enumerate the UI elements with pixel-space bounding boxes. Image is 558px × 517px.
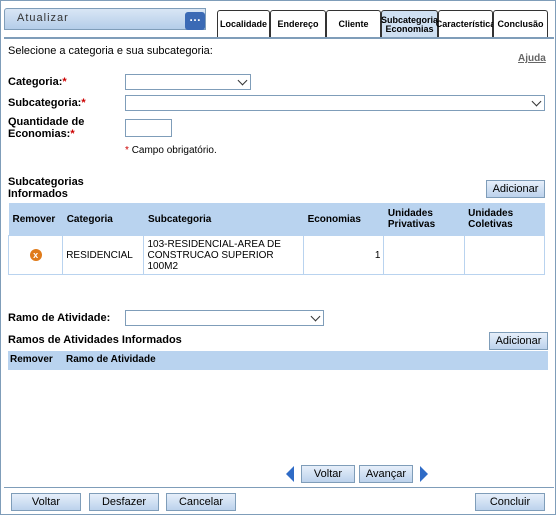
ramo-select[interactable] [125, 310, 324, 326]
cancelar-button[interactable]: Cancelar [166, 493, 236, 511]
subcategoria-label-text: Subcategoria: [8, 97, 82, 109]
chevron-down-icon [531, 96, 542, 107]
required-mark: * [70, 128, 75, 140]
nav-back-button[interactable]: Voltar [301, 465, 355, 483]
subcategorias-title-line1: Subcategorias [8, 176, 84, 188]
chat-icon[interactable] [185, 10, 205, 30]
required-note-text: Campo obrigatório. [131, 145, 217, 156]
col-subcategoria: Subcategoria [143, 203, 304, 236]
tab-conclusao[interactable]: Conclusão [493, 10, 548, 38]
categoria-label-text: Categoria: [8, 76, 63, 88]
quantidade-economias-input[interactable] [125, 119, 172, 137]
ramos-list-title: Ramos de Atividades Informados [8, 334, 182, 346]
categoria-select[interactable] [125, 74, 251, 90]
cell-unidades-privativas [383, 235, 465, 275]
cell-subcategoria: 103-RESIDENCIAL-AREA DE CONSTRUCAO SUPER… [143, 235, 305, 275]
nav-next-button[interactable]: Avançar [359, 465, 413, 483]
concluir-button[interactable]: Concluir [475, 493, 545, 511]
ramo-label: Ramo de Atividade: [8, 312, 111, 324]
chevron-down-icon [237, 75, 248, 86]
required-mark: * [62, 76, 67, 88]
remove-cell: x [7, 235, 64, 275]
table-header-row: Remover Categoria Subcategoria Economias… [8, 203, 545, 236]
help-link[interactable]: Ajuda [518, 53, 546, 64]
cell-unidades-coletivas [463, 235, 546, 275]
table-row: x RESIDENCIAL 103-RESIDENCIAL-AREA DE CO… [7, 235, 546, 275]
quantidade-label-line2: Economias: [8, 128, 71, 140]
tab-subcategoria-economias[interactable]: Subcategoria Economias [381, 10, 438, 38]
col-remover: Remover [10, 354, 53, 365]
ramos-table-header: Remover Ramo de Atividade [8, 351, 548, 370]
page-title: Atualizar [17, 12, 69, 24]
col-categoria: Categoria [62, 203, 144, 236]
subcategoria-select[interactable] [125, 95, 545, 111]
quantidade-label: Quantidade de Economias:* [8, 116, 84, 140]
title-bar: Atualizar [4, 8, 206, 30]
col-ramo-atividade: Ramo de Atividade [66, 354, 156, 365]
col-remover: Remover [8, 203, 63, 236]
subcategorias-title-line2: Informados [8, 188, 68, 200]
subcategoria-label: Subcategoria:* [8, 97, 86, 109]
quantidade-label-line1: Quantidade de [8, 116, 85, 128]
col-unidades-coletivas: Unidades Coletivas [464, 203, 545, 236]
footer-divider [4, 487, 554, 488]
header-divider [4, 37, 554, 39]
col-unidades-privativas: Unidades Privativas [383, 203, 465, 236]
required-mark: * [81, 97, 86, 109]
tab-localidade[interactable]: Localidade [217, 10, 270, 38]
cell-economias: 1 [303, 235, 385, 275]
quantidade-label-line2-wrap: Economias:* [8, 128, 84, 140]
cell-categoria: RESIDENCIAL [62, 235, 145, 275]
next-arrow-icon[interactable] [420, 466, 428, 482]
tab-endereco[interactable]: Endereço [270, 10, 326, 38]
header: Atualizar Localidade Endereço Cliente Su… [0, 0, 558, 40]
back-arrow-icon[interactable] [286, 466, 294, 482]
add-ramo-button[interactable]: Adicionar [489, 332, 548, 350]
chevron-down-icon [310, 311, 321, 322]
categoria-label: Categoria:* [8, 76, 67, 88]
add-subcategoria-button[interactable]: Adicionar [486, 180, 545, 198]
required-note: * Campo obrigatório. [125, 145, 217, 156]
remove-icon[interactable]: x [29, 249, 42, 261]
voltar-button[interactable]: Voltar [11, 493, 81, 511]
subcategorias-title: Subcategorias Informados [8, 176, 84, 200]
required-mark: * [125, 145, 129, 156]
col-economias: Economias [303, 203, 384, 236]
tab-cliente[interactable]: Cliente [326, 10, 381, 38]
desfazer-button[interactable]: Desfazer [89, 493, 159, 511]
instructions: Selecione a categoria e sua subcategoria… [8, 45, 213, 57]
tab-caracteristica[interactable]: Característica [436, 10, 495, 38]
subcategorias-table: Remover Categoria Subcategoria Economias… [7, 203, 546, 275]
